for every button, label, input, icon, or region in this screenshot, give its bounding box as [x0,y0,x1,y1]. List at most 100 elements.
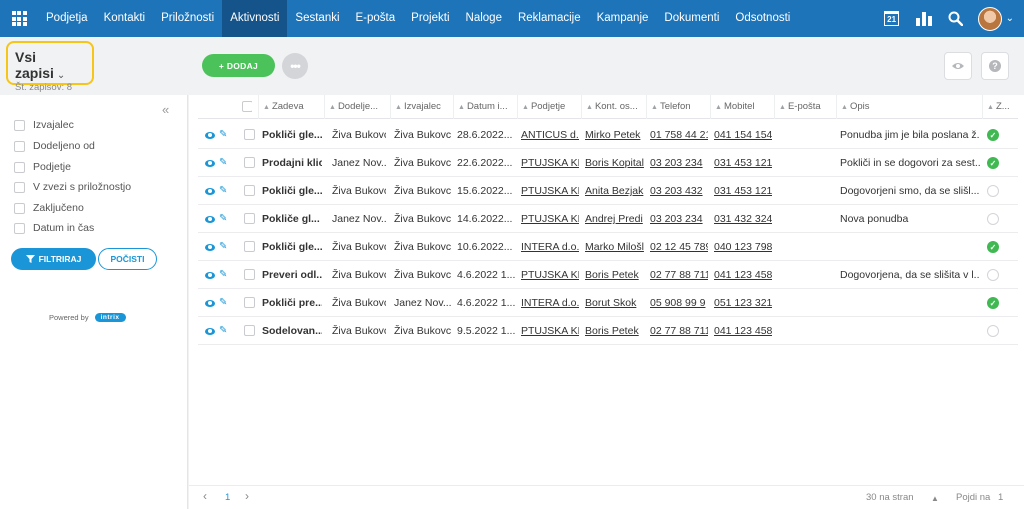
row-checkbox[interactable] [244,241,255,252]
cell-kontakt-link[interactable]: Boris Petek [581,317,644,345]
help-button[interactable]: ? [981,52,1009,80]
cell-kontakt-link[interactable]: Boris Kopital [581,149,644,177]
nav-item-podjetja[interactable]: Podjetja [38,0,96,37]
cell-telefon-link[interactable]: 03 203 234 [646,205,708,233]
edit-pencil-icon[interactable]: ✎ [219,326,227,336]
cell-kontakt-link[interactable]: Marko Milošl [581,233,644,261]
nav-item-kontakti[interactable]: Kontakti [96,0,154,37]
column-header-zadeva[interactable]: ▲ Zadeva [258,95,324,119]
column-header-opis[interactable]: ▲ Opis [836,95,980,119]
row-checkbox[interactable] [244,269,255,280]
completed-check-icon[interactable]: ✓ [987,157,999,169]
filter-checkbox[interactable] [14,202,25,214]
cell-kontakt-link[interactable]: Borut Skok [581,289,644,317]
nav-item-aktivnosti[interactable]: Aktivnosti [222,0,288,37]
filter-datum-in-cas[interactable]: Datum in čas [14,222,94,234]
filter-button[interactable]: FILTRIRAJ [11,248,96,270]
cell-eposta-link[interactable] [774,289,834,317]
collapse-sidebar-icon[interactable]: « [162,102,169,117]
page-number[interactable]: 1 [225,492,230,503]
cell-telefon-link[interactable]: 03 203 432 [646,177,708,205]
filter-izvajalec[interactable]: Izvajalec [14,119,74,131]
cell-podjetje-link[interactable]: PTUJSKA KL [517,177,579,205]
filter-v-zvezi-s-priloznostjo[interactable]: V zvezi s priložnostjo [14,181,131,193]
table-row[interactable]: ✎ Sodelovan... Živa Bukovc Živa Bukovc 9.5.2… [198,317,1018,345]
completed-check-icon[interactable]: ✓ [987,129,999,141]
cell-zadeva[interactable]: Pokliči gle... [258,233,322,261]
cell-kontakt-link[interactable]: Mirko Petek [581,121,644,149]
cell-telefon-link[interactable]: 05 908 99 9 [646,289,708,317]
intrix-logo[interactable]: intrix [94,313,126,322]
user-menu-button[interactable]: ⌄ [977,0,1024,37]
sort-up-icon[interactable]: ▲ [931,494,939,503]
goto-page-input[interactable]: 1 [998,492,1003,503]
nav-item-dokumenti[interactable]: Dokumenti [656,0,727,37]
table-row[interactable]: ✎ Pokliči gle... Živa Bukovc Živa Bukovc 10.… [198,233,1018,261]
cell-zadeva[interactable]: Pokliče gl... [258,205,322,233]
next-page-icon[interactable]: › [245,489,249,503]
cell-mobitel-link[interactable]: 031 453 121 [710,149,772,177]
view-eye-icon[interactable] [205,299,215,307]
column-header-kontaktna-oseba[interactable]: ▲ Kont. os... [581,95,643,119]
edit-pencil-icon[interactable]: ✎ [219,130,227,140]
cell-mobitel-link[interactable]: 040 123 798 [710,233,772,261]
row-checkbox[interactable] [244,129,255,140]
cell-zadeva[interactable]: Pokliči pre... [258,289,322,317]
cell-eposta-link[interactable] [774,177,834,205]
filter-checkbox[interactable] [14,119,25,131]
nav-item-reklamacije[interactable]: Reklamacije [510,0,589,37]
more-options-button[interactable]: ••• [282,53,308,79]
cell-zadeva[interactable]: Pokliči gle... [258,121,322,149]
incomplete-circle-icon[interactable] [987,269,999,281]
cell-podjetje-link[interactable]: INTERA d.o. [517,233,579,261]
edit-pencil-icon[interactable]: ✎ [219,242,227,252]
cell-mobitel-link[interactable]: 041 154 154 [710,121,772,149]
nav-item-kampanje[interactable]: Kampanje [589,0,657,37]
add-button[interactable]: + DODAJ [202,54,275,77]
edit-pencil-icon[interactable]: ✎ [219,298,227,308]
cell-telefon-link[interactable]: 03 203 234 [646,149,708,177]
incomplete-circle-icon[interactable] [987,325,999,337]
select-all-checkbox[interactable] [242,101,252,112]
nav-item-naloge[interactable]: Naloge [458,0,510,37]
cell-eposta-link[interactable] [774,121,834,149]
table-row[interactable]: ✎ Prodajni klic Janez Nov... Živa Bukovc 22.… [198,149,1018,177]
row-checkbox[interactable] [244,297,255,308]
view-eye-icon[interactable] [205,159,215,167]
reports-button[interactable] [908,0,940,37]
prev-page-icon[interactable]: ‹ [203,489,207,503]
view-eye-icon[interactable] [205,271,215,279]
cell-kontakt-link[interactable]: Anita Bezjak [581,177,644,205]
incomplete-circle-icon[interactable] [987,213,999,225]
cell-telefon-link[interactable]: 02 77 88 711 [646,261,708,289]
filter-zakljuceno[interactable]: Zaključeno [14,202,84,214]
cell-podjetje-link[interactable]: INTERA d.o. [517,289,579,317]
edit-pencil-icon[interactable]: ✎ [219,270,227,280]
cell-telefon-link[interactable]: 02 77 88 711 [646,317,708,345]
cell-eposta-link[interactable] [774,261,834,289]
filter-checkbox[interactable] [14,222,25,234]
cell-telefon-link[interactable]: 01 758 44 21 [646,121,708,149]
cell-mobitel-link[interactable]: 051 123 321 [710,289,772,317]
filter-checkbox[interactable] [14,140,25,152]
view-eye-icon[interactable] [205,243,215,251]
column-header-mobitel[interactable]: ▲ Mobitel [710,95,774,119]
cell-podjetje-link[interactable]: PTUJSKA KL [517,261,579,289]
row-checkbox[interactable] [244,185,255,196]
cell-zadeva[interactable]: Prodajni klic [258,149,322,177]
clear-button[interactable]: POČISTI [98,248,157,270]
filter-podjetje[interactable]: Podjetje [14,161,71,173]
cell-mobitel-link[interactable]: 041 123 458 [710,317,772,345]
column-header-telefon[interactable]: ▲ Telefon [646,95,708,119]
cell-mobitel-link[interactable]: 041 123 458 [710,261,772,289]
column-header-izvajalec[interactable]: ▲ Izvajalec [390,95,450,119]
cell-eposta-link[interactable] [774,317,834,345]
per-page-select[interactable]: 30 na stran [866,492,914,503]
nav-item-priloznosti[interactable]: Priložnosti [153,0,222,37]
cell-kontakt-link[interactable]: Andrej Predi [581,205,644,233]
cell-mobitel-link[interactable]: 031 432 324 [710,205,772,233]
table-row[interactable]: ✎ Pokliči gle... Živa Bukovc Živa Bukovc 28.… [198,121,1018,149]
cell-podjetje-link[interactable]: PTUJSKA KL [517,317,579,345]
nav-item-odsotnosti[interactable]: Odsotnosti [727,0,798,37]
completed-check-icon[interactable]: ✓ [987,297,999,309]
